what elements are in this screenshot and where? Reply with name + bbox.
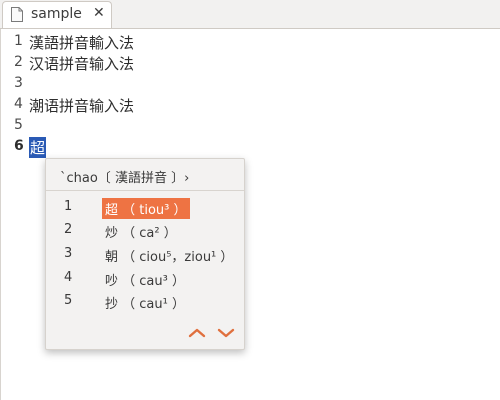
candidate-item-4[interactable]: 4 吵 （ cau³ ） bbox=[46, 267, 244, 289]
candidate-index: 1 bbox=[64, 199, 73, 214]
candidate-text: 朝 （ ciou⁵，ziou¹ ） bbox=[105, 250, 234, 265]
line-number-current: 6 bbox=[14, 138, 24, 154]
selected-text[interactable]: 超 bbox=[29, 137, 47, 158]
editor-line[interactable]: 1 漢語拼音輸入法 bbox=[1, 31, 500, 52]
chevron-up-icon[interactable] bbox=[187, 325, 207, 341]
document-icon bbox=[11, 7, 23, 22]
editor-line[interactable]: 5 bbox=[1, 115, 500, 136]
editor-line-current[interactable]: 6 超 bbox=[1, 136, 500, 158]
line-number: 4 bbox=[14, 96, 23, 112]
candidate-text: 炒 （ ca² ） bbox=[105, 226, 177, 241]
candidate-item-1[interactable]: 1 超 （ tiou³ ） bbox=[46, 196, 244, 219]
line-number: 1 bbox=[14, 33, 23, 49]
candidate-item-5[interactable]: 5 抄 （ cau¹ ） bbox=[46, 290, 244, 312]
editor-line[interactable]: 2 汉语拼音输入法 bbox=[1, 52, 500, 73]
ime-preedit-text: `chao〔 漢語拼音 〕› bbox=[60, 171, 190, 186]
candidate-index: 4 bbox=[64, 270, 73, 285]
line-text: 汉语拼音输入法 bbox=[29, 55, 135, 73]
line-number: 3 bbox=[14, 75, 23, 91]
tab-bar: sample ✕ bbox=[0, 0, 500, 29]
line-number: 5 bbox=[14, 117, 23, 133]
ime-preedit-bar: `chao〔 漢語拼音 〕› bbox=[46, 159, 244, 191]
candidate-index: 3 bbox=[64, 246, 73, 261]
line-text: 漢語拼音輸入法 bbox=[29, 34, 135, 52]
candidate-text: 吵 （ cau³ ） bbox=[105, 274, 185, 289]
ime-candidate-popup: `chao〔 漢語拼音 〕› 1 超 （ tiou³ ） 2 炒 （ ca² ）… bbox=[45, 158, 245, 350]
tab-title: sample bbox=[31, 6, 82, 22]
tab-sample[interactable]: sample ✕ bbox=[2, 1, 112, 28]
candidate-text: 抄 （ cau¹ ） bbox=[105, 297, 185, 312]
candidate-index: 2 bbox=[64, 222, 73, 237]
editor-line[interactable]: 4 潮语拼音输入法 bbox=[1, 94, 500, 115]
chevron-down-icon[interactable] bbox=[216, 325, 236, 341]
line-number: 2 bbox=[14, 54, 23, 70]
line-text: 潮语拼音输入法 bbox=[29, 97, 135, 115]
editor-line[interactable]: 3 bbox=[1, 73, 500, 94]
candidate-item-2[interactable]: 2 炒 （ ca² ） bbox=[46, 219, 244, 241]
candidate-item-3[interactable]: 3 朝 （ ciou⁵，ziou¹ ） bbox=[46, 243, 244, 265]
candidate-index: 5 bbox=[64, 293, 73, 308]
close-tab-button[interactable]: ✕ bbox=[93, 5, 105, 21]
candidate-text: 超 （ tiou³ ） bbox=[102, 198, 190, 219]
